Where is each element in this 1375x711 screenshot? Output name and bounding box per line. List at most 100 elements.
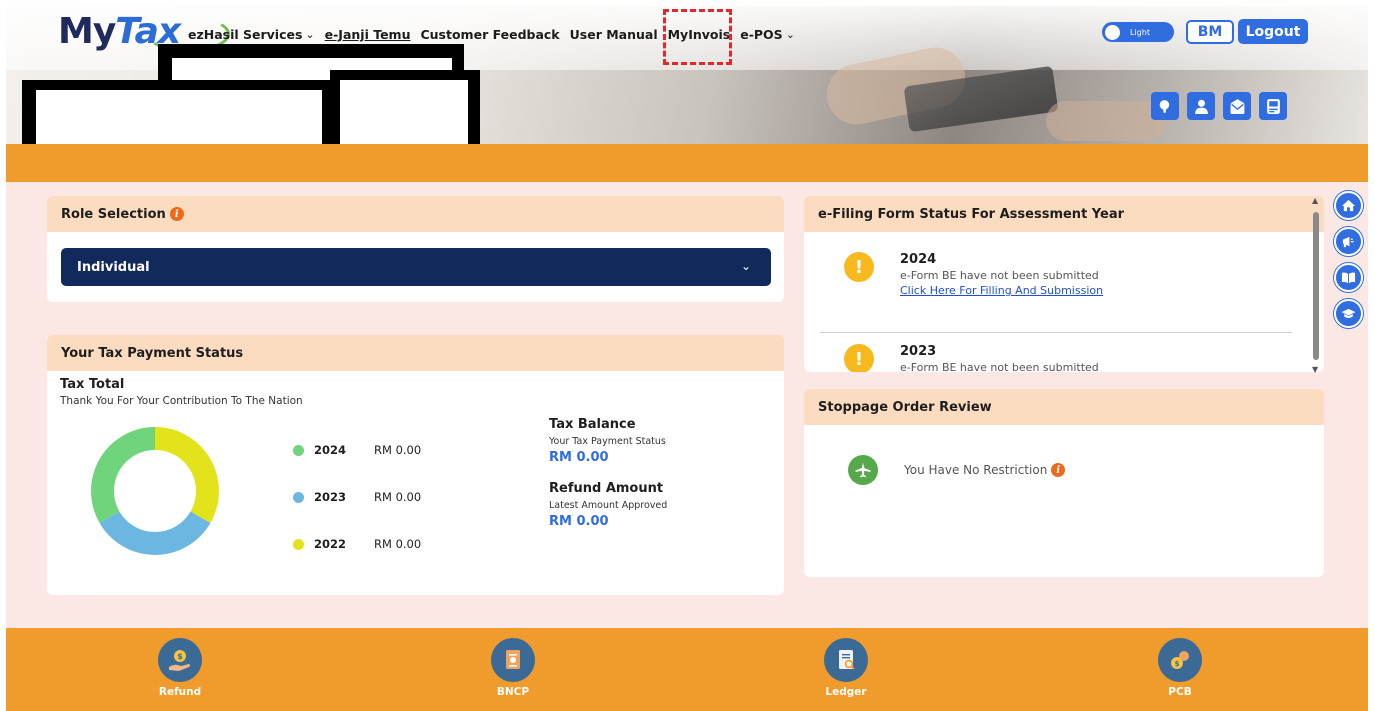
chevron-down-icon: ⌄ [785, 28, 795, 41]
role-select-dropdown[interactable]: Individual ⌄ [61, 248, 771, 286]
device-icon[interactable] [1259, 92, 1287, 120]
footer-item-pcb[interactable]: $ PCB [1140, 638, 1220, 698]
nav-item-label: e-Janji Temu [324, 27, 411, 42]
tax-payment-status-card: Your Tax Payment Status Tax Total Thank … [47, 335, 784, 595]
tax-total-title: Tax Total [60, 377, 125, 392]
card-header: Role Selection i [47, 196, 784, 232]
info-icon[interactable]: i [1051, 463, 1066, 477]
tax-balance-title: Tax Balance [549, 417, 636, 432]
card-title: Role Selection [61, 206, 166, 222]
refund-amount-subtitle: Latest Amount Approved [549, 500, 668, 511]
efiling-message: e-Form BE have not been submitted [900, 269, 1099, 282]
hero-image-hand [1046, 101, 1166, 141]
tax-balance-subtitle: Your Tax Payment Status [549, 436, 666, 447]
role-selection-card: Role Selection i Individual ⌄ [47, 196, 784, 302]
efiling-message: e-Form BE have not been submitted [900, 361, 1099, 372]
nav-item-label: ezHasil Services [188, 27, 303, 42]
scroll-down-arrow-icon[interactable]: ▼ [1312, 365, 1318, 374]
toggle-knob [1105, 24, 1120, 40]
tax-donut-chart [91, 427, 219, 555]
nav-e-pos[interactable]: e-POS ⌄ [740, 27, 795, 42]
scroll-up-arrow-icon[interactable]: ▲ [1312, 196, 1318, 205]
graduation-cap-icon[interactable] [1334, 299, 1363, 328]
role-select-value: Individual [77, 259, 150, 275]
scroll-thumb[interactable] [1313, 212, 1319, 360]
donut-segment-2024 [91, 427, 155, 523]
card-header: Stoppage Order Review [804, 389, 1324, 425]
donut-segment-2022 [155, 427, 219, 523]
svg-text:$: $ [177, 652, 183, 661]
stoppage-status: You Have No Restriction i [848, 455, 1066, 485]
bncp-icon [491, 638, 535, 682]
footer-item-refund[interactable]: $ Refund [140, 638, 220, 698]
nav-item-label: MyInvois [667, 27, 731, 42]
divider [820, 332, 1292, 333]
home-icon[interactable] [1334, 191, 1363, 220]
legend-amount: RM 0.00 [374, 537, 422, 551]
quick-action-icons [1151, 92, 1287, 120]
efiling-item-2023: ! 2023 e-Form BE have not been submitted [844, 344, 1099, 372]
nav-item-label: e-POS [740, 27, 783, 42]
efiling-year: 2024 [900, 252, 937, 267]
nav-ezhasil-services[interactable]: ezHasil Services ⌄ [188, 27, 315, 42]
refund-icon: $ [158, 638, 202, 682]
nav-item-label: User Manual [569, 27, 658, 42]
balance-refund-block: Tax Balance Your Tax Payment Status RM 0… [549, 417, 667, 529]
tax-total-subtitle: Thank You For Your Contribution To The N… [60, 395, 303, 407]
megaphone-icon[interactable] [1334, 227, 1363, 256]
donut-legend: 2024 RM 0.00 2023 RM 0.00 2022 RM 0.00 [293, 439, 421, 580]
refund-amount-value: RM 0.00 [549, 514, 609, 529]
side-quick-icons [1334, 191, 1363, 328]
pcb-icon: $ [1158, 638, 1202, 682]
nav-myinvois[interactable]: MyInvois [662, 9, 732, 65]
efiling-scrollbar[interactable]: ▲ ▼ [1311, 196, 1321, 374]
warning-icon: ! [844, 344, 874, 372]
nav-item-label: Customer Feedback [420, 27, 560, 42]
footer-item-ledger[interactable]: Ledger [806, 638, 886, 698]
legend-dot [293, 491, 304, 503]
footer-bar: $ Refund BNCP Ledger $ PCB [6, 628, 1368, 711]
card-title: Your Tax Payment Status [61, 345, 244, 361]
profile-icon[interactable] [1187, 92, 1215, 120]
ledger-icon [824, 638, 868, 682]
info-icon[interactable]: i [169, 207, 184, 221]
svg-text:$: $ [1175, 660, 1180, 668]
legend-year: 2023 [314, 490, 347, 504]
logo-text-my: My [58, 11, 116, 52]
efiling-submission-link[interactable]: Click Here For Filling And Submission [900, 284, 1103, 297]
footer-item-bncp[interactable]: BNCP [473, 638, 553, 698]
footer-item-label: Ledger [825, 686, 867, 698]
legend-row-2024: 2024 RM 0.00 [293, 439, 421, 461]
legend-year: 2024 [314, 443, 347, 457]
chevron-down-icon: ⌄ [740, 259, 751, 273]
card-header: Your Tax Payment Status [47, 335, 784, 371]
nav-customer-feedback[interactable]: Customer Feedback [420, 27, 559, 42]
legend-dot [293, 444, 304, 456]
card-title: Stoppage Order Review [818, 399, 992, 415]
legend-amount: RM 0.00 [374, 443, 422, 457]
chevron-down-icon: ⌄ [305, 28, 315, 41]
mail-icon[interactable] [1223, 92, 1251, 120]
stoppage-message: You Have No Restriction [904, 463, 1048, 477]
orange-divider-band [6, 144, 1368, 182]
footer-item-label: Refund [158, 686, 202, 698]
language-bm-button[interactable]: BM [1186, 20, 1234, 44]
book-icon[interactable] [1334, 263, 1363, 292]
warning-icon: ! [844, 252, 874, 282]
legend-amount: RM 0.00 [374, 490, 422, 504]
nav-user-manual[interactable]: User Manual [570, 27, 658, 42]
efiling-item-2024: ! 2024 e-Form BE have not been submitted… [844, 252, 1103, 297]
footer-item-label: PCB [1168, 686, 1192, 698]
legend-dot [293, 538, 304, 550]
search-icon[interactable] [1151, 92, 1179, 120]
dashboard-main: Role Selection i Individual ⌄ Your Tax P… [6, 182, 1368, 628]
logout-button[interactable]: Logout [1238, 19, 1308, 44]
nav-e-janji-temu[interactable]: e-Janji Temu [325, 27, 411, 42]
theme-toggle[interactable]: Light [1102, 22, 1174, 42]
main-nav: ezHasil Services ⌄ e-Janji Temu Customer… [188, 9, 805, 65]
legend-row-2023: 2023 RM 0.00 [293, 486, 421, 508]
refund-amount-title: Refund Amount [549, 481, 664, 496]
footer-item-label: BNCP [496, 686, 530, 698]
legend-row-2022: 2022 RM 0.00 [293, 533, 421, 555]
efiling-year: 2023 [900, 344, 937, 359]
